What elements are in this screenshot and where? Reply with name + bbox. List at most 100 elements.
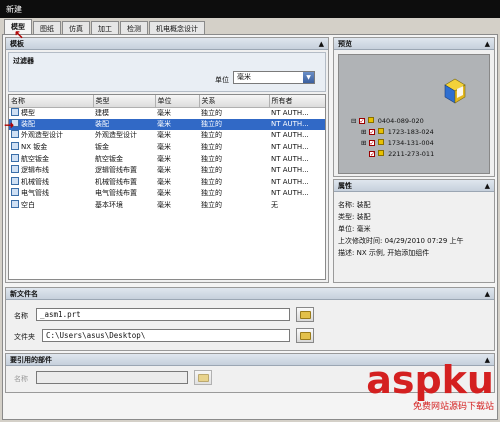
column-header-relation[interactable]: 关系 bbox=[199, 95, 270, 108]
table-row[interactable]: 空白 基本环境 毫米 独立的 无 bbox=[9, 200, 325, 212]
row-unit: 毫米 bbox=[155, 118, 199, 131]
blank-icon bbox=[11, 200, 19, 209]
expand-icon[interactable]: ⊞ bbox=[361, 139, 366, 147]
filter-title: 过滤器 bbox=[13, 57, 34, 65]
property-unit: 单位: 毫米 bbox=[338, 225, 371, 233]
row-owner: NT AUTH... bbox=[271, 166, 309, 175]
row-name: 逻辑布线 bbox=[21, 166, 49, 175]
collapse-icon[interactable]: ▲ bbox=[485, 181, 490, 191]
referenced-part-name-label: 名称 bbox=[14, 375, 28, 383]
tree-node-root[interactable]: ⊟ ✓ 0404-089-020 bbox=[351, 117, 424, 125]
row-owner: 无 bbox=[271, 201, 278, 210]
row-owner: NT AUTH... bbox=[271, 131, 309, 140]
checkbox-icon[interactable]: ✓ bbox=[368, 129, 375, 136]
browse-referenced-part-button[interactable] bbox=[194, 370, 212, 385]
tab-inspection[interactable]: 检测 bbox=[120, 21, 148, 35]
collapse-icon[interactable]: ▲ bbox=[485, 39, 490, 49]
properties-panel: 属性 ▲ 名称: 装配 类型: 装配 单位: 毫米 上次修改时间: 04/29/… bbox=[333, 179, 495, 283]
table-row[interactable]: 外观造型设计 外观造型设计 毫米 独立的 NT AUTH... bbox=[9, 130, 325, 142]
tab-simulation[interactable]: 仿真 bbox=[62, 21, 90, 35]
tree-node[interactable]: ✓ 2211-273-011 bbox=[369, 150, 434, 158]
row-unit: 毫米 bbox=[157, 201, 171, 210]
row-relation: 独立的 bbox=[201, 143, 222, 152]
row-owner: NT AUTH... bbox=[271, 177, 309, 186]
property-description: 描述: NX 示例, 开始添加组件 bbox=[338, 249, 430, 257]
table-row[interactable]: 模型 建模 毫米 独立的 NT AUTH... bbox=[9, 107, 325, 119]
tree-node-label: 2211-273-011 bbox=[388, 150, 435, 158]
referenced-part-title: 要引用的部件 bbox=[10, 356, 52, 364]
row-type: 装配 bbox=[93, 118, 155, 131]
row-unit: 毫米 bbox=[157, 108, 171, 117]
watermark-text: aspku bbox=[366, 358, 494, 402]
tree-node-label: 0404-089-020 bbox=[377, 117, 424, 125]
tab-drawing[interactable]: 图纸 bbox=[33, 21, 61, 35]
tab-manufacturing[interactable]: 加工 bbox=[91, 21, 119, 35]
row-owner: NT AUTH... bbox=[271, 154, 309, 163]
preview-area: ⊟ ✓ 0404-089-020 ⊞ ✓ 1723-183-024 ⊞ ✓ 17… bbox=[338, 54, 490, 174]
preview-panel-header[interactable]: 预览 ▲ bbox=[334, 38, 494, 50]
table-row[interactable]: NX 钣金 钣金 毫米 独立的 NT AUTH... bbox=[9, 142, 325, 154]
row-name: NX 钣金 bbox=[21, 143, 48, 152]
unit-select[interactable]: 毫米 ▼ bbox=[233, 71, 315, 84]
row-name: 空白 bbox=[21, 201, 35, 210]
row-relation: 独立的 bbox=[201, 201, 222, 210]
checkbox-icon[interactable]: ✓ bbox=[358, 118, 365, 125]
template-table: 名称 类型 单位 关系 所有者 模型 建模 毫米 独立的 NT AUTH... bbox=[8, 94, 326, 280]
row-relation: 独立的 bbox=[201, 166, 222, 175]
table-row-selected[interactable]: 装配 装配 毫米 独立的 NT AUTH... bbox=[9, 118, 325, 131]
row-relation: 独立的 bbox=[201, 108, 222, 117]
assembly-node-icon bbox=[367, 117, 374, 123]
collapse-icon[interactable]: ▲ bbox=[485, 289, 490, 299]
table-row[interactable]: 逻辑布线 逻辑管线布置 毫米 独立的 NT AUTH... bbox=[9, 165, 325, 177]
template-panel-header[interactable]: 模板 ▲ bbox=[6, 38, 328, 50]
window-title: 新建 bbox=[6, 5, 22, 14]
tree-node-label: 1723-183-024 bbox=[387, 128, 434, 136]
file-name-input[interactable]: _asm1.prt bbox=[36, 308, 290, 321]
row-type: 钣金 bbox=[95, 143, 109, 152]
row-relation: 独立的 bbox=[201, 189, 222, 198]
folder-input[interactable]: C:\Users\asus\Desktop\ bbox=[42, 329, 290, 342]
row-owner: NT AUTH... bbox=[271, 108, 309, 117]
column-header-name[interactable]: 名称 bbox=[9, 95, 94, 108]
row-unit: 毫米 bbox=[157, 131, 171, 140]
unit-label: 单位 bbox=[215, 76, 229, 84]
tree-node[interactable]: ⊞ ✓ 1734-131-004 bbox=[361, 139, 434, 147]
new-file-panel: 新文件名 ▲ 名称 _asm1.prt 文件夹 C:\Users\asus\De… bbox=[5, 287, 495, 351]
tab-mechatronics[interactable]: 机电概念设计 bbox=[149, 21, 205, 35]
new-file-panel-title: 新文件名 bbox=[10, 290, 38, 298]
row-unit: 毫米 bbox=[157, 166, 171, 175]
new-file-panel-header[interactable]: 新文件名 ▲ bbox=[6, 288, 494, 300]
property-type: 类型: 装配 bbox=[338, 213, 371, 221]
row-name: 航空钣金 bbox=[21, 154, 49, 163]
checkbox-icon[interactable]: ✓ bbox=[368, 140, 375, 147]
unit-select-value: 毫米 bbox=[237, 73, 251, 81]
column-header-unit[interactable]: 单位 bbox=[155, 95, 200, 108]
expand-icon[interactable]: ⊞ bbox=[361, 128, 366, 136]
row-type: 建模 bbox=[95, 108, 109, 117]
row-name: 机械管线 bbox=[21, 177, 49, 186]
table-row[interactable]: 机械管线 机械管线布置 毫米 独立的 NT AUTH... bbox=[9, 176, 325, 189]
properties-panel-header[interactable]: 属性 ▲ bbox=[334, 180, 494, 192]
expand-icon[interactable]: ⊟ bbox=[351, 117, 356, 125]
table-row[interactable]: 航空钣金 航空钣金 毫米 独立的 NT AUTH... bbox=[9, 153, 325, 165]
row-owner: NT AUTH... bbox=[269, 118, 325, 131]
browse-name-button[interactable] bbox=[296, 307, 314, 322]
chevron-down-icon[interactable]: ▼ bbox=[303, 72, 314, 83]
preview-panel-title: 预览 bbox=[338, 40, 352, 48]
template-panel: 模板 ▲ 过滤器 单位 毫米 ▼ 名称 类型 单位 关系 所有者 模型 建模 毫… bbox=[5, 37, 329, 283]
watermark-logo: aspku 免费网站源码下载站 bbox=[366, 361, 494, 412]
referenced-part-input[interactable] bbox=[36, 371, 188, 384]
annotation-arrow-icon: ↖ bbox=[14, 28, 25, 42]
column-header-owner[interactable]: 所有者 bbox=[269, 95, 325, 108]
row-name: 装配 bbox=[21, 119, 35, 128]
category-tabs: 模型 图纸 仿真 加工 检测 机电概念设计 bbox=[4, 19, 206, 35]
column-header-type[interactable]: 类型 bbox=[93, 95, 156, 108]
tree-node[interactable]: ⊞ ✓ 1723-183-024 bbox=[361, 128, 434, 136]
browse-folder-button[interactable] bbox=[296, 328, 314, 343]
electrical-routing-icon bbox=[11, 188, 19, 197]
table-row[interactable]: 电气管线 电气管线布置 毫米 独立的 NT AUTH... bbox=[9, 188, 325, 200]
window-title-bar: 新建 bbox=[0, 0, 500, 18]
checkbox-icon[interactable]: ✓ bbox=[369, 151, 375, 158]
collapse-icon[interactable]: ▲ bbox=[319, 39, 324, 49]
row-unit: 毫米 bbox=[157, 143, 171, 152]
